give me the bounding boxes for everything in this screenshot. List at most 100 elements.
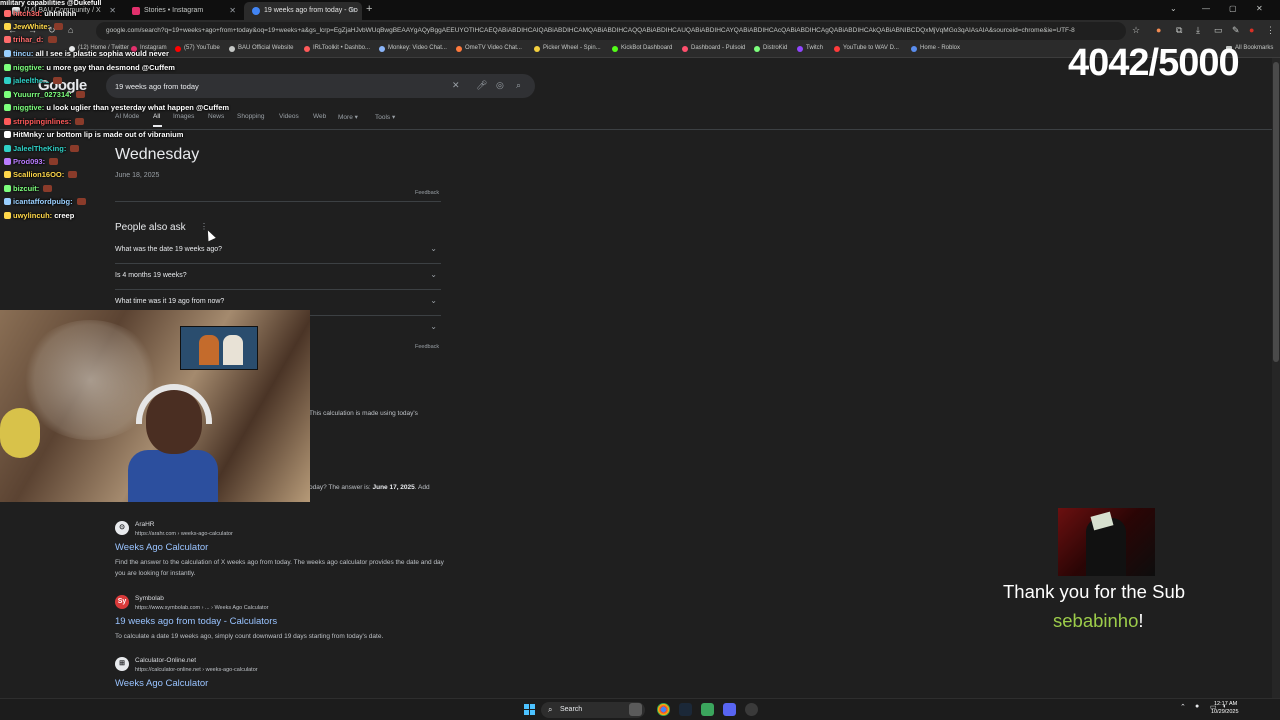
address-bar[interactable]: google.com/search?q=19+weeks+ago+from+to… bbox=[96, 22, 1126, 40]
chevron-down-icon[interactable]: ⌄ bbox=[430, 322, 437, 331]
paa-question[interactable]: What was the date 19 weeks ago? ⌄ bbox=[115, 238, 441, 264]
chrome-icon[interactable] bbox=[657, 703, 670, 716]
tab-videos[interactable]: Videos bbox=[279, 113, 299, 120]
feedback-link[interactable]: Feedback bbox=[415, 344, 439, 350]
chat-username: niggtive: bbox=[13, 63, 45, 72]
snippet-text: This calculation is made using today's bbox=[309, 410, 418, 417]
taskbar-date[interactable]: 10/29/2025 bbox=[1211, 709, 1239, 715]
bookmark-star-icon[interactable]: ☆ bbox=[1132, 25, 1140, 36]
extension-icon[interactable]: ● bbox=[1156, 25, 1161, 35]
active-tab-indicator bbox=[153, 125, 162, 127]
result-title-link[interactable]: Weeks Ago Calculator bbox=[115, 678, 208, 689]
chat-badge-icon bbox=[4, 10, 11, 17]
webcam-feed bbox=[0, 310, 310, 502]
people-also-ask-heading: People also ask bbox=[115, 222, 186, 233]
tab-web[interactable]: Web bbox=[313, 113, 326, 120]
chat-message: strippinginlines: bbox=[4, 117, 85, 126]
roblox-icon bbox=[911, 46, 917, 52]
close-tab-icon[interactable]: ✕ bbox=[349, 6, 356, 15]
paa-question[interactable]: Is 4 months 19 weeks? ⌄ bbox=[115, 264, 441, 290]
result-url[interactable]: https://www.symbolab.com › ... › Weeks A… bbox=[135, 605, 268, 611]
result-url[interactable]: https://calculator-online.net › weeks-ag… bbox=[135, 667, 258, 673]
windows-start-icon[interactable] bbox=[524, 704, 535, 715]
bookmark-item[interactable]: IRLToolkit • Dashbo... bbox=[304, 45, 370, 52]
profile-avatar-icon[interactable]: ● bbox=[1249, 25, 1254, 35]
scrollbar-thumb[interactable] bbox=[1273, 62, 1279, 362]
home-icon[interactable]: ⌂ bbox=[68, 25, 73, 35]
paa-question-text: What was the date 19 weeks ago? bbox=[115, 246, 223, 253]
tab-tools[interactable]: Tools ▾ bbox=[375, 113, 395, 121]
sub-goal-counter: 4042/5000 bbox=[1068, 42, 1240, 84]
chat-username: hitch3d: bbox=[13, 9, 43, 18]
share-icon[interactable]: ✎ bbox=[1232, 25, 1240, 36]
url-text[interactable]: google.com/search?q=19+weeks+ago+from+to… bbox=[106, 27, 1116, 34]
bau-logo-icon bbox=[229, 46, 235, 52]
chat-message: Yuuurrr_027314: bbox=[4, 90, 85, 99]
close-tab-icon[interactable]: ✕ bbox=[109, 6, 116, 15]
bookmark-item[interactable]: Picker Wheel - Spin... bbox=[534, 45, 601, 52]
chat-message-partial: military capabilities @Dukefull bbox=[0, 0, 102, 7]
chevron-down-icon[interactable]: ⌄ bbox=[430, 296, 437, 305]
chat-emote-icon bbox=[76, 198, 86, 205]
tab-more[interactable]: More ▾ bbox=[338, 113, 358, 121]
tab-images[interactable]: Images bbox=[173, 113, 194, 120]
tab-search-icon[interactable]: ⌄ bbox=[1170, 4, 1177, 13]
chat-message: Scallion16OO: bbox=[4, 170, 78, 179]
discord-icon[interactable] bbox=[723, 703, 736, 716]
tab-instagram[interactable]: Stories • Instagram ✕ bbox=[124, 2, 242, 20]
clear-icon[interactable]: ✕ bbox=[452, 80, 460, 91]
chat-text: all I see is plastic sophia would never bbox=[35, 49, 169, 58]
mic-tray-icon[interactable]: ● bbox=[1195, 703, 1199, 710]
menu-icon[interactable]: ⋮ bbox=[1266, 25, 1275, 36]
result-url[interactable]: https://arahr.com › weeks-ago-calculator bbox=[135, 531, 233, 537]
result-title-link[interactable]: Weeks Ago Calculator bbox=[115, 542, 208, 553]
extensions-puzzle-icon[interactable]: ⧉ bbox=[1176, 25, 1182, 36]
microphone-icon[interactable]: 🎤︎ bbox=[476, 80, 487, 91]
new-tab-button[interactable]: + bbox=[366, 3, 372, 15]
feedback-link[interactable]: Feedback bbox=[415, 190, 439, 196]
download-icon[interactable]: ⤓ bbox=[1196, 25, 1200, 36]
chat-badge-icon bbox=[4, 198, 11, 205]
bookmark-item[interactable]: YouTube to WAV D... bbox=[834, 45, 899, 52]
bookmark-item[interactable]: Dashboard - Pulsoid bbox=[682, 45, 745, 52]
chat-emote-icon bbox=[75, 91, 85, 98]
camera-lens-icon[interactable]: ◎ bbox=[496, 80, 504, 91]
close-window-icon[interactable]: ✕ bbox=[1256, 4, 1263, 13]
chevron-down-icon[interactable]: ⌄ bbox=[430, 244, 437, 253]
search-icon[interactable]: ⌕ bbox=[516, 80, 521, 91]
bookmark-item[interactable]: DistroKid bbox=[754, 45, 787, 52]
taskbar-time[interactable]: 12:17 AM bbox=[1214, 701, 1237, 707]
bookmark-item[interactable]: KickBot Dashboard bbox=[612, 45, 672, 52]
minimize-icon[interactable]: — bbox=[1202, 4, 1210, 13]
bookmark-item[interactable]: (57) YouTube bbox=[175, 45, 220, 52]
chat-emote-icon bbox=[43, 185, 53, 192]
bookmark-item[interactable]: OmeTV Video Chat... bbox=[456, 45, 522, 52]
picker-wheel-icon bbox=[534, 46, 540, 52]
divider bbox=[115, 201, 441, 202]
search-input[interactable]: 19 weeks ago from today bbox=[115, 82, 199, 91]
tab-shopping[interactable]: Shopping bbox=[237, 113, 264, 120]
search-box[interactable]: 19 weeks ago from today ✕ 🎤︎ ◎ ⌕ bbox=[106, 74, 535, 98]
obs-icon[interactable] bbox=[745, 703, 758, 716]
search-result: ⊙ AraHR https://arahr.com › weeks-ago-ca… bbox=[115, 521, 445, 581]
chat-username: HitMnky: bbox=[13, 130, 45, 139]
tab-google-search[interactable]: 19 weeks ago from today - Go ✕ bbox=[244, 2, 362, 20]
close-tab-icon[interactable]: ✕ bbox=[229, 6, 236, 15]
tab-all[interactable]: All bbox=[153, 113, 160, 120]
maximize-icon[interactable]: ▢ bbox=[1229, 4, 1237, 13]
steam-icon[interactable] bbox=[679, 703, 692, 716]
tab-ai-mode[interactable]: AI Mode bbox=[115, 113, 139, 120]
chat-badge-icon bbox=[4, 212, 11, 219]
chat-emote-icon bbox=[68, 171, 78, 178]
bookmark-item[interactable]: Home - Roblox bbox=[911, 45, 960, 52]
sidebar-icon[interactable]: ▭ bbox=[1214, 25, 1223, 36]
tab-news[interactable]: News bbox=[208, 113, 224, 120]
chevron-down-icon[interactable]: ⌄ bbox=[430, 270, 437, 279]
result-title-link[interactable]: 19 weeks ago from today - Calculators bbox=[115, 616, 277, 627]
app-icon[interactable] bbox=[701, 703, 714, 716]
widgets-icon[interactable] bbox=[629, 703, 642, 716]
bookmark-item[interactable]: Monkey: Video Chat... bbox=[379, 45, 447, 52]
bookmark-item[interactable]: BAU Official Website bbox=[229, 45, 293, 52]
bookmark-item[interactable]: Twitch bbox=[797, 45, 823, 52]
tray-chevron-icon[interactable]: ⌃ bbox=[1180, 703, 1186, 711]
